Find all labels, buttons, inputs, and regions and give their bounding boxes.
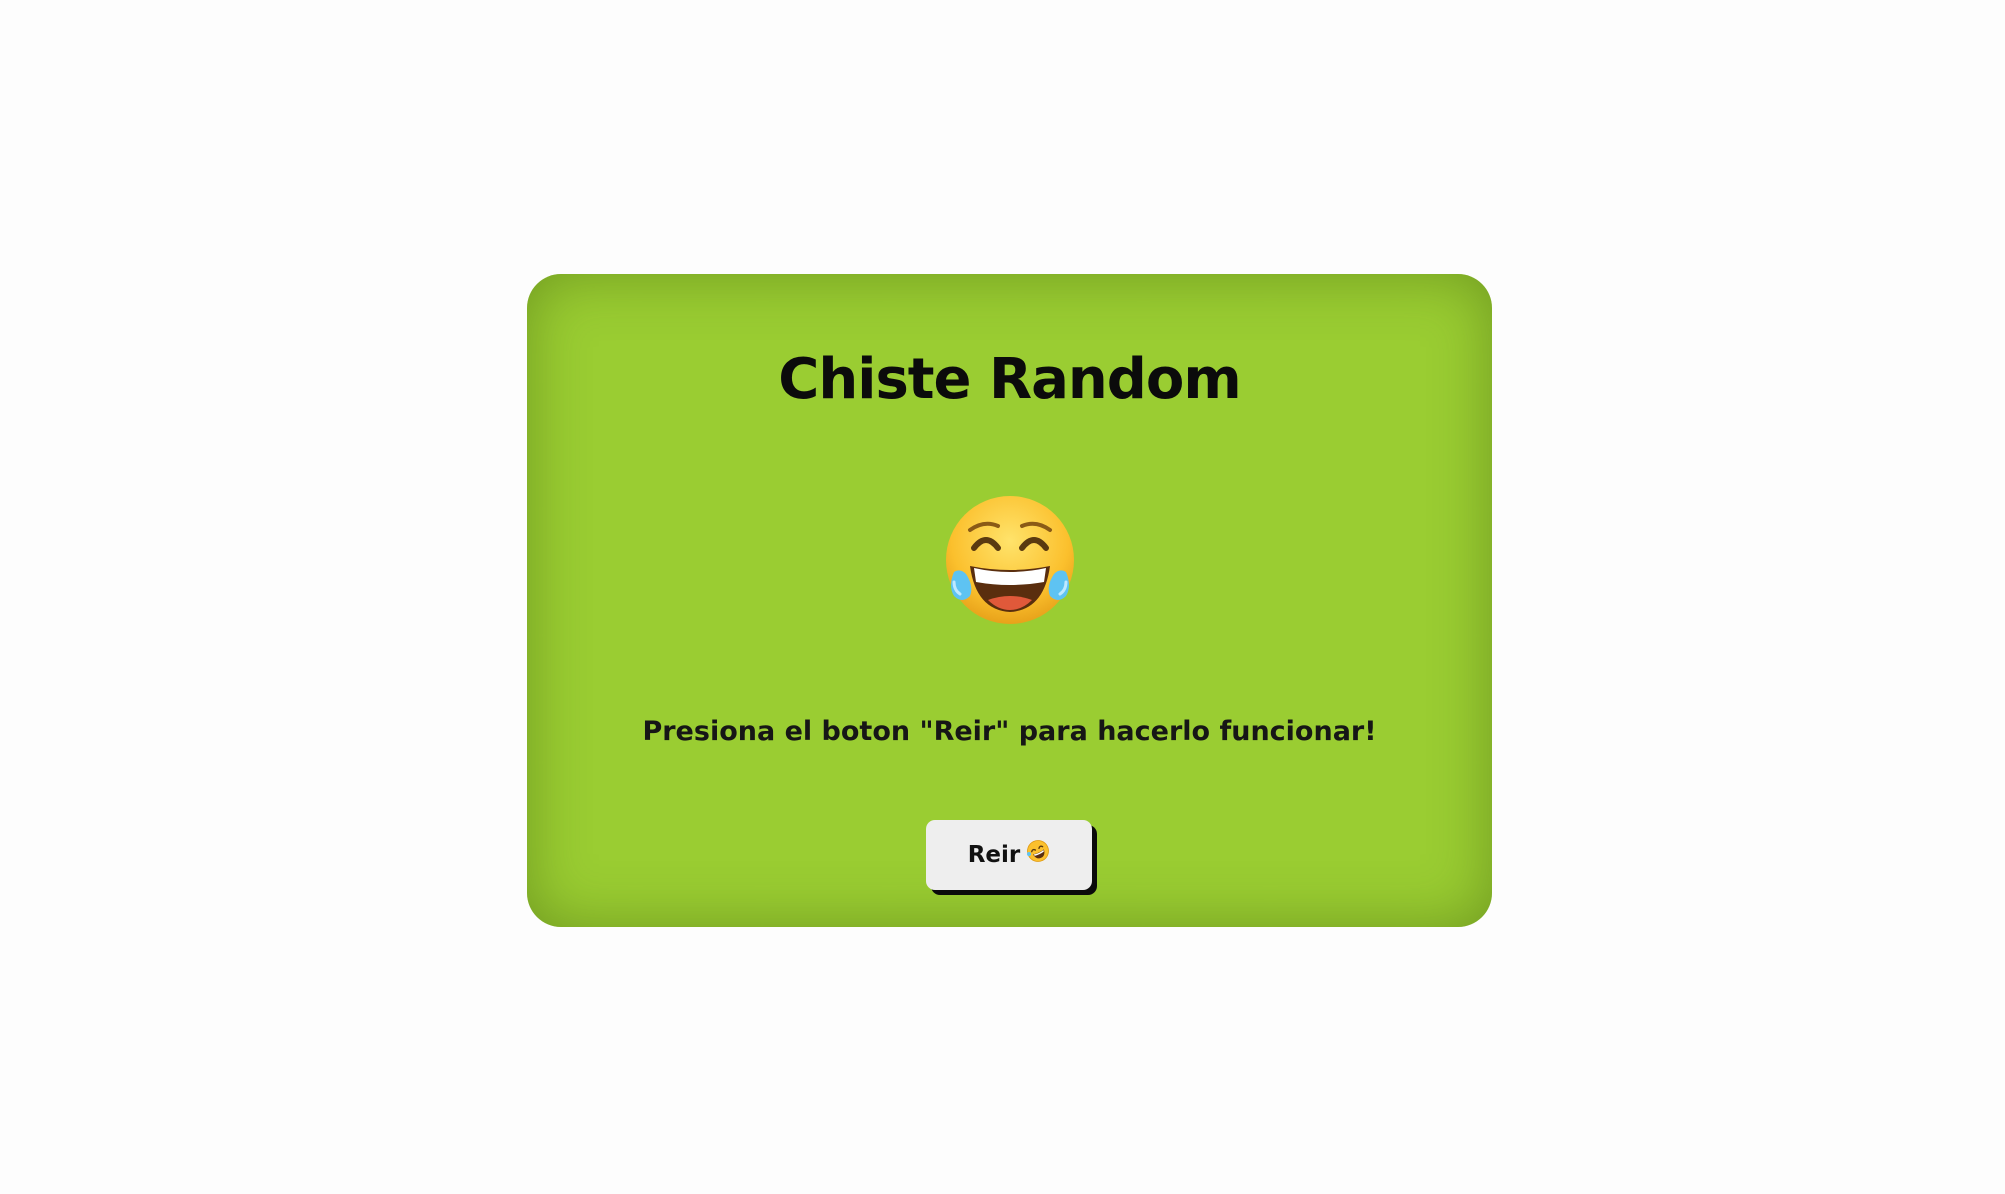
reir-button[interactable]: Reir xyxy=(926,820,1092,890)
instruction-text: Presiona el boton "Reir" para hacerlo fu… xyxy=(642,716,1377,747)
reir-button-label: Reir xyxy=(967,842,1021,868)
page: Chiste Random Presiona el boton "Reir" p… xyxy=(0,0,2005,1194)
face-with-tears-of-joy-icon xyxy=(940,490,1080,630)
card-title: Chiste Random xyxy=(778,347,1241,412)
joke-card: Chiste Random Presiona el boton "Reir" p… xyxy=(527,274,1492,927)
rolling-on-the-floor-laughing-icon xyxy=(1026,839,1050,863)
